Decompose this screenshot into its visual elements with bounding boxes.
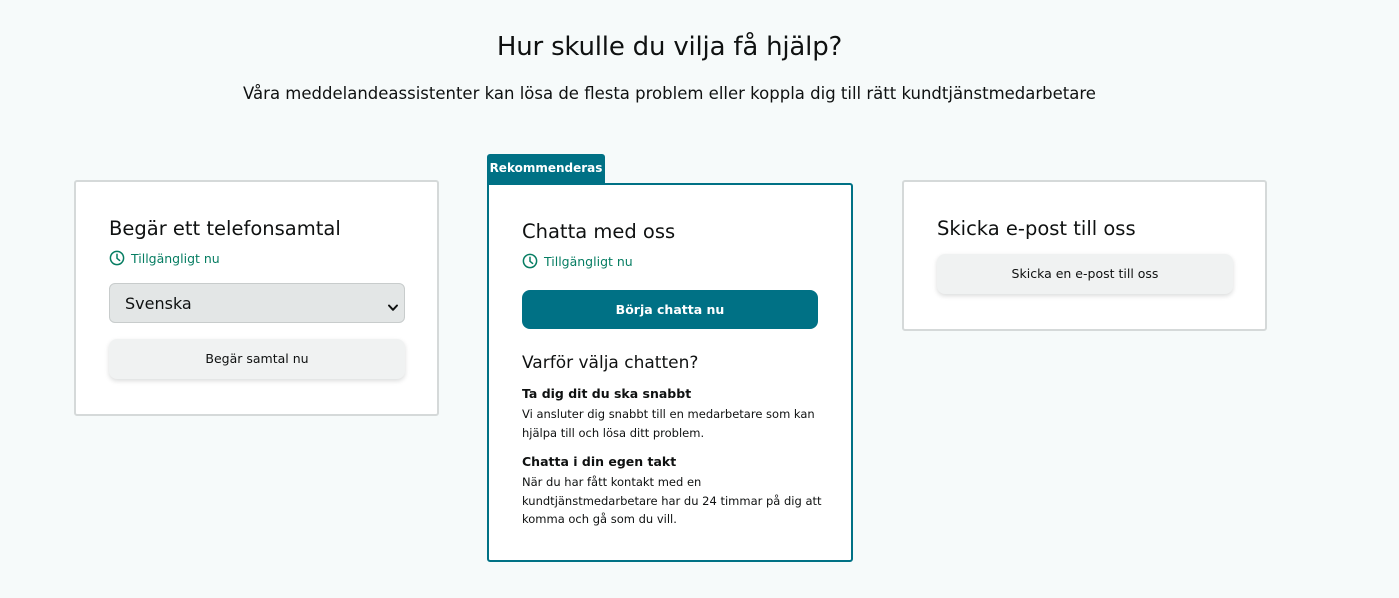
availability-label: Tillgängligt nu [131, 250, 220, 266]
chevron-down-icon [387, 298, 399, 317]
chat-contact-card: Chatta med oss Tillgängligt nu Börja cha… [487, 183, 853, 562]
email-contact-card: Skicka e-post till oss Skicka en e-post … [902, 180, 1267, 331]
reason-text: När du har fått kontakt med en kundtjäns… [522, 475, 822, 526]
reason-text: Vi ansluter dig snabbt till en medarbeta… [522, 407, 815, 440]
recommended-badge: Rekommenderas [487, 154, 605, 185]
request-call-button[interactable]: Begär samtal nu [109, 339, 405, 379]
phone-availability-status: Tillgängligt nu [109, 250, 220, 266]
availability-label: Tillgängligt nu [544, 253, 633, 269]
why-chat-heading: Varför välja chatten? [522, 353, 699, 373]
chat-card-title: Chatta med oss [522, 220, 676, 243]
reason-title: Ta dig dit du ska snabbt [522, 386, 692, 401]
page-subtitle: Våra meddelandeassistenter kan lösa de f… [243, 84, 1096, 103]
language-select-value: Svenska [125, 294, 192, 313]
send-email-button[interactable]: Skicka en e-post till oss [937, 254, 1233, 294]
phone-contact-card: Begär ett telefonsamtal Tillgängligt nu … [74, 180, 439, 416]
clock-icon [109, 250, 125, 266]
page-title: Hur skulle du vilja få hjälp? [496, 32, 843, 62]
reason-title: Chatta i din egen takt [522, 454, 677, 469]
clock-icon [522, 253, 538, 269]
phone-card-title: Begär ett telefonsamtal [109, 217, 341, 240]
language-select[interactable]: Svenska [109, 283, 405, 323]
start-chat-button[interactable]: Börja chatta nu [522, 290, 818, 329]
email-card-title: Skicka e-post till oss [937, 217, 1136, 240]
chat-availability-status: Tillgängligt nu [522, 253, 633, 269]
